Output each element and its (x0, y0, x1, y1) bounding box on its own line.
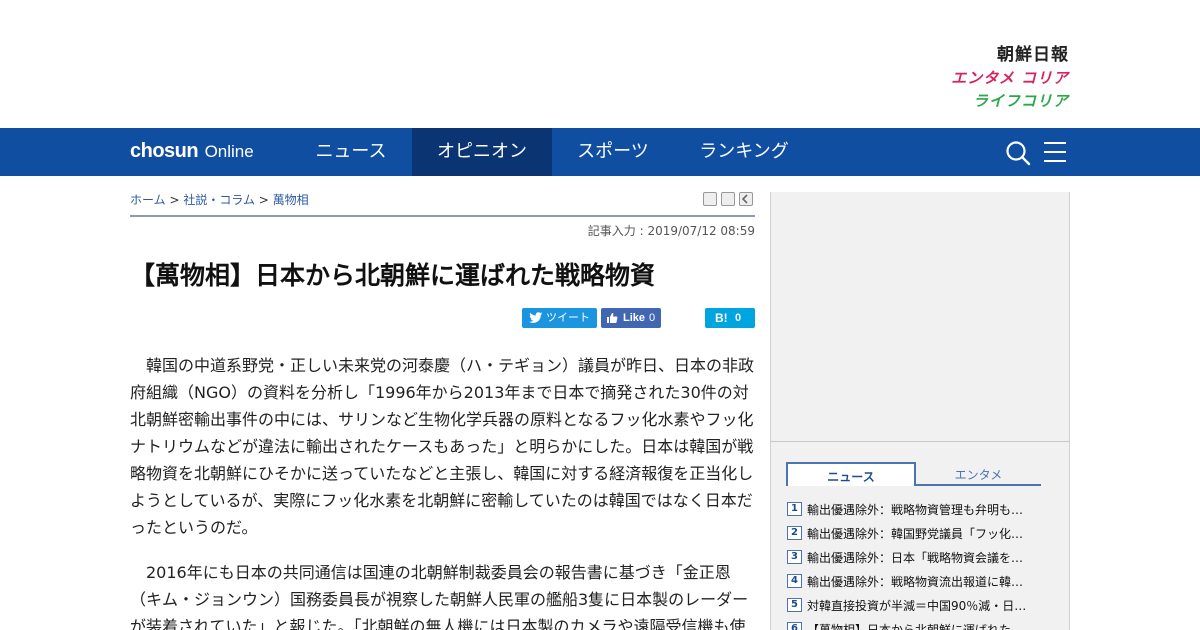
ranking-title: 輸出優遇除外：韓国野党議員「フッ化… (807, 526, 1024, 541)
article-paragraph: 2016年にも日本の共同通信は国連の北朝鮮制裁委員会の報告書に基づき「金正恩（キ… (130, 563, 749, 630)
nav-item-news[interactable]: ニュース (296, 128, 406, 176)
partner-logos: 朝鮮日報 エンタメ コリア ライフコリア (951, 44, 1069, 113)
main-navbar: chosun Online ニュース オピニオン スポーツ ランキング (0, 128, 1200, 176)
twitter-bird-icon (529, 312, 543, 323)
ranking-title: 対韓直接投資が半減＝中国90％減・日… (807, 598, 1027, 613)
rank-number: 1 (787, 502, 802, 516)
site-logo[interactable]: chosun Online (130, 140, 254, 163)
facebook-like-button[interactable]: Like 0 (601, 308, 661, 328)
entame-korea-logo[interactable]: エンタメ コリア (951, 67, 1069, 90)
nav-item-ranking[interactable]: ランキング (684, 128, 804, 176)
breadcrumb: ホーム > 社説・コラム > 萬物相 (130, 191, 309, 208)
rank-number: 5 (787, 598, 802, 612)
ranking-title: 【萬物相】日本から北朝鮮に運ばれた… (807, 622, 1024, 630)
back-arrow-icon[interactable] (739, 192, 753, 206)
print-icon[interactable] (703, 192, 717, 206)
breadcrumb-separator: > (165, 193, 184, 207)
ranking-title: 輸出優遇除外：戦略物資流出報道に韓… (807, 574, 1024, 589)
hatena-icon: B! (715, 311, 728, 325)
rank-number: 6 (787, 622, 802, 630)
article-paragraph: 韓国の中道系野党・正しい未来党の河泰慶（ハ・テギョン）議員が昨日、日本の非政府組… (130, 356, 755, 537)
ranking-tabs: ニュース エンタメ (786, 462, 1041, 486)
article-body: 韓国の中道系野党・正しい未来党の河泰慶（ハ・テギョン）議員が昨日、日本の非政府組… (130, 352, 755, 630)
menu-icon[interactable] (1043, 140, 1067, 166)
tab-entame[interactable]: エンタメ (916, 462, 1041, 486)
text-size-icon[interactable] (721, 192, 735, 206)
chosun-ilbo-logo[interactable]: 朝鮮日報 (951, 44, 1069, 67)
ranking-title: 輸出優遇除外：戦略物資管理も弁明も… (807, 502, 1024, 517)
sidebar: ニュース エンタメ 1 輸出優遇除外：戦略物資管理も弁明も… 2 輸出優遇除外：韓国… (770, 192, 1070, 630)
life-korea-logo[interactable]: ライフコリア (951, 90, 1069, 113)
ranking-item[interactable]: 3 輸出優遇除外：日本「戦略物資会議を… (787, 545, 1047, 569)
breadcrumb-separator: > (254, 193, 273, 207)
nav-item-opinion[interactable]: オピニオン (412, 128, 552, 176)
brand-suffix: Online (204, 142, 254, 161)
top-banner: 朝鮮日報 エンタメ コリア ライフコリア (0, 0, 1200, 128)
article-tools (703, 192, 753, 206)
like-label: Like (623, 312, 646, 324)
ranking-item[interactable]: 2 輸出優遇除外：韓国野党議員「フッ化… (787, 521, 1047, 545)
ranking-item[interactable]: 6 【萬物相】日本から北朝鮮に運ばれた… (787, 617, 1047, 630)
breadcrumb-current[interactable]: 萬物相 (273, 193, 309, 207)
ranking-item[interactable]: 1 輸出優遇除外：戦略物資管理も弁明も… (787, 497, 1047, 521)
thumbs-up-icon (607, 313, 618, 323)
rank-number: 3 (787, 550, 802, 564)
ad-slot (771, 192, 1069, 442)
ranking-list: 1 輸出優遇除外：戦略物資管理も弁明も… 2 輸出優遇除外：韓国野党議員「フッ化… … (787, 497, 1047, 630)
breadcrumb-home[interactable]: ホーム (130, 193, 166, 207)
article-date: 記事入力 : 2019/07/12 08:59 (587, 224, 755, 238)
breadcrumb-section[interactable]: 社説・コラム (183, 193, 255, 207)
brand-name: chosun (130, 140, 199, 162)
hatena-bookmark-button[interactable]: B! 0 (705, 308, 755, 328)
tweet-button[interactable]: ツイート (522, 308, 597, 328)
ranking-title: 輸出優遇除外：日本「戦略物資会議を… (807, 550, 1024, 565)
ranking-item[interactable]: 5 対韓直接投資が半減＝中国90％減・日… (787, 593, 1047, 617)
nav-item-sports[interactable]: スポーツ (558, 128, 668, 176)
tweet-label: ツイート (546, 312, 590, 324)
rank-number: 4 (787, 574, 802, 588)
article-headline: 【萬物相】日本から北朝鮮に運ばれた戦略物資 (130, 261, 656, 290)
hatena-count: 0 (735, 312, 742, 324)
search-icon[interactable] (1005, 140, 1031, 166)
like-count: 0 (649, 312, 656, 324)
rank-number: 2 (787, 526, 802, 540)
ranking-item[interactable]: 4 輸出優遇除外：戦略物資流出報道に韓… (787, 569, 1047, 593)
header-divider (130, 215, 755, 217)
tab-news[interactable]: ニュース (786, 462, 916, 486)
